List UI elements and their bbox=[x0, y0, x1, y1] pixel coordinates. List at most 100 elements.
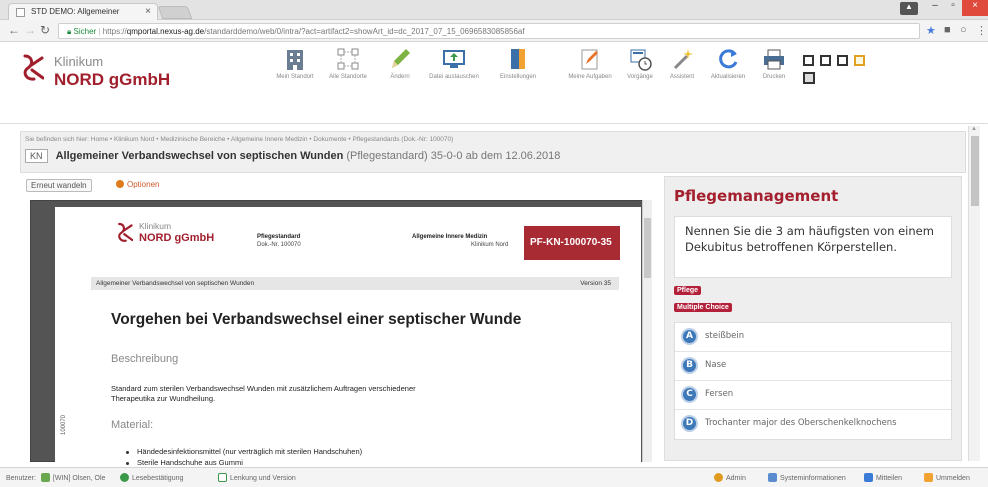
toolbar-mein-standort[interactable]: Mein Standort bbox=[270, 46, 320, 80]
klinikum-logo[interactable]: Klinikum NORD gGmbH bbox=[22, 50, 222, 90]
quiz-question: Nennen Sie die 3 am häufigsten von einem… bbox=[674, 216, 952, 278]
reload-icon[interactable]: ↻ bbox=[40, 23, 50, 37]
answer-option-a[interactable]: Asteißbein bbox=[675, 323, 951, 352]
footer-read-confirmation[interactable]: Lesebestätigung bbox=[120, 473, 183, 482]
browser-profile-icon[interactable]: ▲ bbox=[900, 2, 918, 15]
magic-wand-icon bbox=[669, 46, 695, 72]
pdf-docnr: Dok.-Nr. 100070 bbox=[257, 242, 301, 248]
toolbar-aktualisieren[interactable]: Aktualisieren bbox=[704, 46, 752, 80]
address-bar-row: ← → ↻ 🔒︎ Sicher | https://qmportal.nexus… bbox=[0, 20, 988, 42]
footer-system-info[interactable]: Systeminformationen bbox=[768, 473, 846, 482]
footer-logout[interactable]: Ummelden bbox=[924, 473, 970, 482]
answer-option-b[interactable]: B Nase bbox=[675, 352, 951, 381]
answer-text: steißbein bbox=[705, 331, 745, 341]
toolbar-meine-aufgaben[interactable]: Meine Aufgaben bbox=[562, 46, 618, 80]
answer-text: Nase bbox=[705, 360, 727, 370]
layout-option-3[interactable] bbox=[837, 55, 848, 66]
bullet-icon bbox=[126, 462, 129, 465]
settings-book-icon bbox=[505, 46, 531, 72]
user-icon bbox=[40, 473, 50, 482]
window-maximize-button[interactable]: ▫ bbox=[944, 0, 962, 16]
pdf-description-line2: Therapeutika zur Wundheilung. bbox=[111, 394, 216, 403]
pdf-logo-line2: NORD gGmbH bbox=[139, 232, 215, 244]
refresh-icon bbox=[715, 46, 741, 72]
layout-option-5[interactable] bbox=[803, 72, 815, 84]
process-clock-icon bbox=[627, 46, 653, 72]
logout-label: Ummelden bbox=[936, 475, 970, 482]
url-scheme: https:// bbox=[102, 27, 127, 36]
window-close-button[interactable]: × bbox=[962, 0, 988, 16]
pdf-logo-mark-icon bbox=[118, 222, 133, 242]
page-scrollbar[interactable]: ▲ bbox=[968, 126, 980, 461]
pdf-scrollbar[interactable] bbox=[642, 200, 652, 462]
toolbar-label: Vorgänge bbox=[627, 74, 653, 80]
toolbar-assistent[interactable]: Assistent bbox=[662, 46, 702, 80]
pdf-description-line1: Standard zum sterilen Verbandswechsel Wu… bbox=[111, 384, 416, 393]
layout-option-4[interactable] bbox=[854, 55, 865, 66]
checkmark-icon bbox=[120, 473, 129, 482]
url-field[interactable]: 🔒︎ Sicher | https://qmportal.nexus-ag.de… bbox=[58, 23, 920, 39]
extension-circle-icon[interactable]: ○ bbox=[960, 24, 967, 36]
footer-user[interactable]: Benutzer: [WIN] Olsen, Ole bbox=[6, 473, 105, 482]
pdf-frame[interactable]: Klinikum NORD gGmbH Pflegestandard Dok.-… bbox=[30, 200, 650, 469]
back-arrow-icon[interactable]: ← bbox=[8, 23, 20, 37]
sitemap-icon bbox=[335, 46, 361, 72]
page-scrollbar-thumb[interactable] bbox=[971, 136, 979, 206]
scroll-up-arrow-icon[interactable]: ▲ bbox=[971, 126, 977, 132]
logo-text-line2: NORD gGmbH bbox=[54, 70, 171, 89]
toolbar-datei-austauschen[interactable]: Datei austauschen bbox=[424, 46, 484, 80]
answer-letter-badge: C bbox=[681, 386, 698, 403]
pdf-header-bar: Allgemeiner Verbandswechsel von septisch… bbox=[91, 277, 619, 290]
browser-menu-icon[interactable]: ⋮ bbox=[976, 24, 987, 37]
forward-arrow-icon[interactable]: → bbox=[24, 23, 36, 37]
url-host: qmportal.nexus-ag.de bbox=[126, 27, 205, 36]
pdf-site: Klinikum Nord bbox=[471, 242, 509, 248]
answer-text: Fersen bbox=[705, 389, 734, 399]
layout-option-2[interactable] bbox=[820, 55, 831, 66]
pdf-section-description: Beschreibung bbox=[111, 353, 179, 365]
footer-share[interactable]: Mitteilen bbox=[864, 473, 902, 482]
browser-tab[interactable]: STD DEMO: Allgemeiner × bbox=[8, 3, 158, 20]
layout-option-1[interactable] bbox=[803, 55, 814, 66]
printer-icon bbox=[761, 46, 787, 72]
extension-icon[interactable]: ■ bbox=[944, 24, 951, 36]
tab-close-icon[interactable]: × bbox=[145, 6, 151, 17]
toolbar-einstellungen[interactable]: Einstellungen bbox=[488, 46, 548, 80]
pdf-document-code-badge: PF-KN-100070-35 bbox=[524, 226, 620, 260]
toolbar-label: Datei austauschen bbox=[429, 74, 479, 80]
panel-title: Pflegemanagement bbox=[674, 187, 839, 205]
document-title-row: KN Allgemeiner Verbandswechsel von septi… bbox=[25, 149, 560, 163]
pdf-material-item: Sterile Handschuhe aus Gummi bbox=[137, 458, 243, 467]
document-version-info: (Pflegestandard) 35-0-0 ab dem 12.06.201… bbox=[346, 150, 561, 162]
toolbar-drucken[interactable]: Drucken bbox=[754, 46, 794, 80]
answer-list: Asteißbein B Nase C Fersen D Trochanter maj… bbox=[674, 322, 952, 440]
options-link[interactable]: Optionen bbox=[116, 180, 159, 189]
building-icon bbox=[282, 46, 308, 72]
window-minimize-button[interactable]: – bbox=[926, 0, 944, 16]
toolbar-vorgaenge[interactable]: Vorgänge bbox=[620, 46, 660, 80]
answer-option-d[interactable]: D Trochanter major des Oberschenkelknoche… bbox=[675, 410, 951, 439]
toolbar-label: Assistent bbox=[669, 74, 695, 80]
klinikum-logo-mark-icon bbox=[23, 54, 44, 81]
footer-user-name: [WIN] Olsen, Ole bbox=[52, 475, 106, 482]
category-tag: Pflege bbox=[674, 286, 702, 295]
share-label: Mitteilen bbox=[876, 475, 903, 482]
site-code-badge: KN bbox=[25, 149, 48, 163]
footer-guidance[interactable]: Lenkung und Version bbox=[218, 473, 296, 482]
options-gear-icon bbox=[116, 180, 124, 188]
admin-label: Admin bbox=[726, 475, 746, 482]
guidance-label: Lenkung und Version bbox=[230, 475, 296, 482]
app-header: Klinikum NORD gGmbH Mein Standort Alle S… bbox=[0, 42, 988, 124]
pdf-page: Klinikum NORD gGmbH Pflegestandard Dok.-… bbox=[55, 207, 641, 469]
pdf-bar-title: Allgemeiner Verbandswechsel von septisch… bbox=[96, 280, 255, 287]
toolbar-aendern[interactable]: Ändern bbox=[380, 46, 420, 80]
footer-admin[interactable]: Admin bbox=[714, 473, 746, 482]
browser-tab-bar: STD DEMO: Allgemeiner × ▲ – ▫ × bbox=[0, 0, 988, 20]
reconvert-button[interactable]: Erneut wandeln bbox=[26, 179, 92, 192]
pdf-scrollbar-thumb[interactable] bbox=[644, 218, 651, 278]
bookmark-star-icon[interactable]: ★ bbox=[926, 24, 936, 37]
new-tab-button[interactable] bbox=[157, 6, 193, 19]
toolbar-alle-standorte[interactable]: Alle Standorte bbox=[322, 46, 374, 80]
answer-option-c[interactable]: C Fersen bbox=[675, 381, 951, 410]
breadcrumb[interactable]: Sie befinden sich hier: Home • Klinikum … bbox=[25, 136, 453, 143]
